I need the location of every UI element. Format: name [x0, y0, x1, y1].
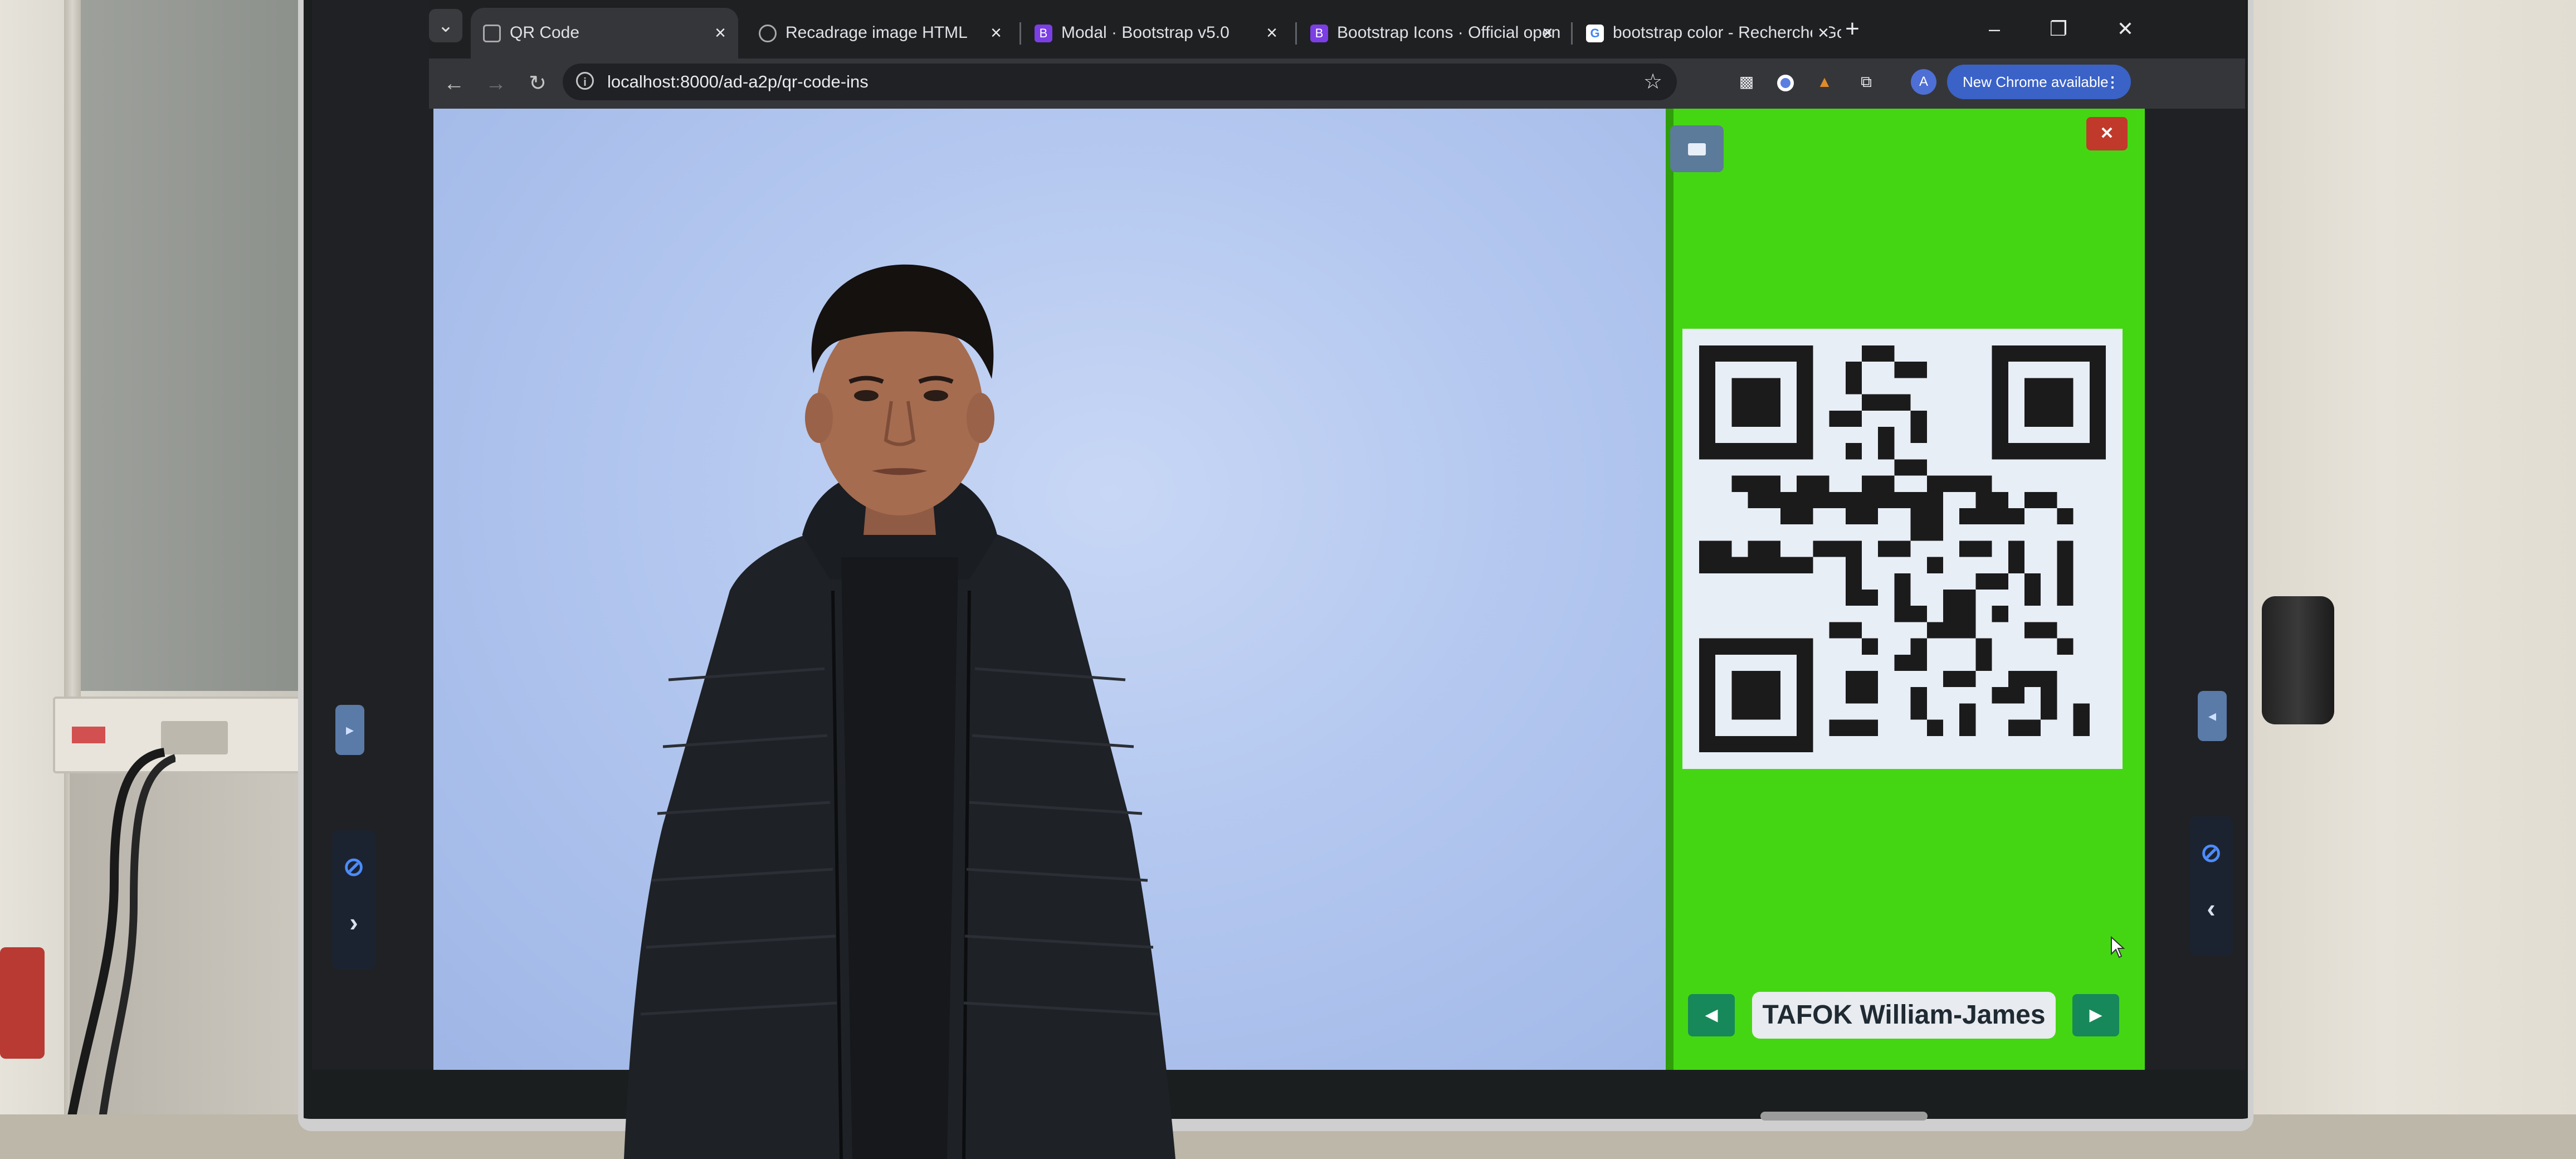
tab-google-search[interactable]: G bootstrap color - Recherche Go ×: [1574, 8, 1841, 59]
mouse-cursor-icon: [2111, 936, 2125, 958]
close-icon[interactable]: ×: [1542, 8, 1553, 58]
window-close-button[interactable]: ✕: [2109, 12, 2142, 46]
wall-right: [2251, 0, 2576, 1159]
tab-title: Recadrage image HTML: [786, 23, 968, 42]
screen-icon: [1688, 143, 1706, 156]
previous-student-button[interactable]: ◀: [1688, 994, 1735, 1036]
bookmark-star-icon[interactable]: ☆: [1643, 64, 1662, 100]
chevron-left-icon[interactable]: ‹: [2189, 883, 2233, 933]
bootstrap-icon: B: [1310, 25, 1328, 42]
minimize-button[interactable]: –: [1978, 12, 2011, 46]
chrome-update-label: New Chrome available: [1963, 74, 2109, 90]
student-name: TAFOK William-James: [1752, 992, 2056, 1039]
fullscreen-button[interactable]: [1670, 125, 1724, 172]
avatar[interactable]: A: [1911, 69, 1936, 95]
globe-icon: [759, 25, 777, 42]
panel-close-button[interactable]: ✕: [2086, 117, 2128, 150]
close-icon[interactable]: ×: [715, 8, 726, 58]
wall-panel: [70, 0, 298, 691]
restore-button[interactable]: ❐: [2042, 12, 2075, 46]
chrome-update-button[interactable]: New Chrome available ⋮: [1947, 65, 2131, 99]
qr-code-icon: [483, 25, 501, 42]
more-menu-icon[interactable]: ⋮: [2105, 65, 2120, 99]
qr-code: [1682, 329, 2123, 769]
tab-bootstrap-icons[interactable]: B Bootstrap Icons · Official open s ×: [1298, 8, 1565, 59]
tab-qr-code[interactable]: QR Code ×: [471, 8, 738, 59]
google-icon: G: [1586, 25, 1604, 42]
close-icon[interactable]: ×: [991, 8, 1002, 58]
tab-modal-bootstrap[interactable]: B Modal · Bootstrap v5.0 ×: [1022, 8, 1290, 59]
new-tab-button[interactable]: +: [1836, 12, 1869, 46]
bootstrap-icon: B: [1035, 25, 1052, 42]
address-bar[interactable]: i localhost:8000/ad-a2p/qr-code-ins ☆: [563, 64, 1677, 100]
tab-title: QR Code: [510, 23, 580, 42]
tab-title: Bootstrap Icons · Official open s: [1337, 23, 1565, 42]
chevron-right-icon[interactable]: ›: [332, 897, 375, 947]
back-button[interactable]: ←: [437, 67, 471, 100]
extension-circle-icon[interactable]: [1772, 68, 1799, 96]
ban-icon[interactable]: ⊘: [332, 841, 375, 892]
tab-separator: [1019, 22, 1021, 45]
person: [624, 264, 1175, 1159]
tab-title: Modal · Bootstrap v5.0: [1061, 23, 1230, 42]
ban-icon[interactable]: ⊘: [2189, 827, 2233, 878]
left-side-toolbar: ⊘ ›: [332, 830, 375, 970]
speaker: [2262, 596, 2334, 724]
left-drawer-handle[interactable]: ▸: [335, 705, 364, 755]
next-student-button[interactable]: ▶: [2072, 994, 2119, 1036]
extension-icon[interactable]: ▩: [1733, 68, 1760, 96]
metamask-fox-icon[interactable]: ▲: [1811, 68, 1838, 96]
red-socket: [0, 947, 45, 1059]
info-icon[interactable]: i: [576, 72, 594, 90]
monitor-logo: [1760, 1112, 1928, 1121]
close-icon[interactable]: ×: [1266, 8, 1277, 58]
tab-recadrage[interactable]: Recadrage image HTML ×: [747, 8, 1014, 59]
url-text[interactable]: localhost:8000/ad-a2p/qr-code-ins: [607, 64, 869, 100]
puzzle-icon[interactable]: ⧉: [1852, 68, 1880, 96]
right-drawer-handle[interactable]: ◂: [2198, 691, 2227, 741]
reload-button[interactable]: ↻: [521, 67, 554, 100]
student-navigator: ◀ TAFOK William-James ▶: [1688, 992, 2123, 1039]
cable: [60, 748, 175, 1159]
qr-panel-divider: [1666, 109, 1674, 1070]
tab-title: bootstrap color - Recherche Go: [1613, 23, 1841, 42]
tab-search-button[interactable]: ⌄: [429, 9, 462, 42]
forward-button[interactable]: →: [479, 67, 513, 100]
tab-separator: [1571, 22, 1573, 45]
close-icon[interactable]: ×: [1812, 8, 1829, 58]
qr-code-image: [1699, 345, 2106, 752]
tab-separator: [1295, 22, 1297, 45]
right-side-toolbar: ⊘ ‹: [2189, 816, 2233, 956]
